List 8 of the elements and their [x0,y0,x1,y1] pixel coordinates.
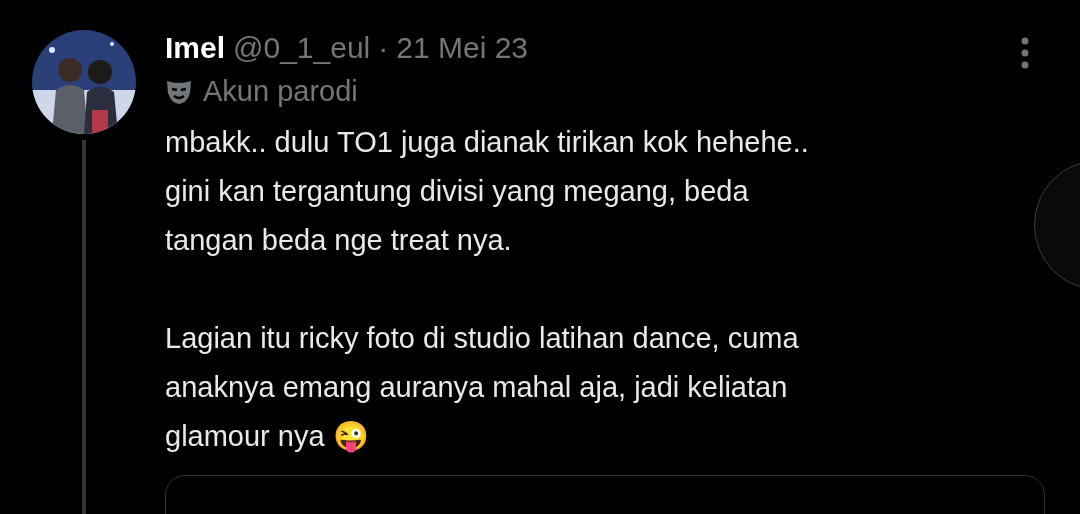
user-handle[interactable]: @0_1_eul [233,28,371,68]
separator: · [378,30,389,66]
post-text: Lagian itu ricky foto di studio latihan dance, cuma anaknya emang auranya mahal aja, jadi keliatan glamour nya 😜 [165,321,800,455]
post-text: mbakk.. dulu TO1 juga dianak tirikan kok hehehe.. gini kan tergantung divisi yang megang, beda tangan beda nge treat nya. [165,125,810,258]
mask-icon [165,79,193,105]
parody-label: Akun parodi [203,74,358,110]
display-name[interactable]: Imel [165,28,226,68]
post-date[interactable]: 21 Mei 23 [396,28,528,68]
